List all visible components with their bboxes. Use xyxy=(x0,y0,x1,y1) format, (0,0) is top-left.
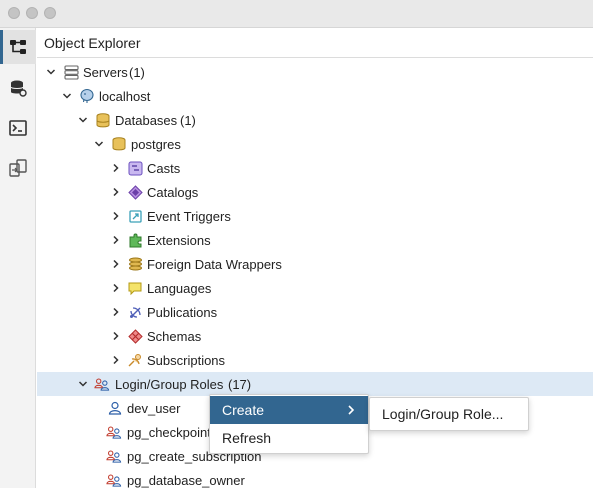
close-window-button[interactable] xyxy=(8,7,20,19)
event-triggers-icon xyxy=(127,208,143,224)
databases-icon xyxy=(95,112,111,128)
tree-node-foreign-data-wrappers[interactable]: Foreign Data Wrappers xyxy=(37,252,593,276)
chevron-down-icon[interactable] xyxy=(77,114,89,126)
subscriptions-icon xyxy=(127,352,143,368)
context-menu: Create Refresh xyxy=(209,394,369,454)
panel-title: Object Explorer xyxy=(44,35,141,51)
tree-node-count: (17) xyxy=(228,376,252,392)
tree-node-label: dev_user xyxy=(127,400,181,416)
tree-node-schemas[interactable]: Schemas xyxy=(37,324,593,348)
chevron-right-icon[interactable] xyxy=(110,162,122,174)
object-explorer-icon xyxy=(10,40,26,54)
query-tool-button[interactable] xyxy=(0,71,36,105)
publications-icon xyxy=(127,304,143,320)
tree-node-catalogs[interactable]: Catalogs xyxy=(37,180,593,204)
menu-item-label: Refresh xyxy=(222,430,272,446)
catalogs-icon xyxy=(127,184,143,200)
psql-tool-icon xyxy=(9,120,27,136)
tree-node-label: pg_checkpoint xyxy=(127,424,211,440)
schema-diff-button[interactable] xyxy=(0,151,36,185)
tree-node-count: (1) xyxy=(180,112,196,128)
group-role-icon xyxy=(106,448,122,464)
chevron-right-icon[interactable] xyxy=(110,258,122,270)
tree-node-languages[interactable]: Languages xyxy=(37,276,593,300)
create-submenu: Login/Group Role... xyxy=(369,397,529,431)
window-titlebar xyxy=(0,0,593,28)
menu-item-refresh[interactable]: Refresh xyxy=(210,424,368,452)
tree-node-label: Foreign Data Wrappers xyxy=(147,256,282,272)
group-role-icon xyxy=(106,424,122,440)
schema-diff-icon xyxy=(9,159,27,177)
chevron-down-icon[interactable] xyxy=(61,90,73,102)
menu-item-login-group-role[interactable]: Login/Group Role... xyxy=(370,400,528,428)
tree-node-localhost[interactable]: localhost xyxy=(37,84,593,108)
maximize-window-button[interactable] xyxy=(44,7,56,19)
tree-node-role[interactable]: pg_database_owner xyxy=(37,468,593,488)
chevron-right-icon[interactable] xyxy=(110,234,122,246)
tree-node-label: Extensions xyxy=(147,232,211,248)
tree-node-databases[interactable]: Databases (1) xyxy=(37,108,593,132)
roles-icon xyxy=(94,376,110,392)
group-role-icon xyxy=(106,472,122,488)
tree-node-count: (1) xyxy=(129,64,145,80)
casts-icon xyxy=(127,160,143,176)
tree-node-label: Catalogs xyxy=(147,184,199,200)
menu-item-label: Create xyxy=(222,402,265,418)
chevron-right-icon xyxy=(346,403,356,419)
schemas-icon xyxy=(127,328,143,344)
languages-icon xyxy=(127,280,143,296)
tree-node-label: localhost xyxy=(99,88,151,104)
chevron-right-icon[interactable] xyxy=(110,306,122,318)
servers-icon xyxy=(63,64,79,80)
chevron-right-icon[interactable] xyxy=(110,330,122,342)
left-toolbar xyxy=(0,28,36,488)
tree-node-publications[interactable]: Publications xyxy=(37,300,593,324)
tree-node-label: Publications xyxy=(147,304,218,320)
tree-node-label: Event Triggers xyxy=(147,208,231,224)
tree-node-label: Languages xyxy=(147,280,212,296)
menu-item-label: Login/Group Role... xyxy=(382,406,504,422)
object-explorer-header: Object Explorer xyxy=(37,28,593,58)
query-tool-icon xyxy=(10,80,27,97)
chevron-right-icon[interactable] xyxy=(110,282,122,294)
object-explorer-button[interactable] xyxy=(0,30,36,64)
foreign-data-wrappers-icon xyxy=(127,256,143,272)
tree-node-login-group-roles[interactable]: Login/Group Roles (17) xyxy=(37,372,593,396)
tree-node-label: Subscriptions xyxy=(147,352,226,368)
tree-node-label: Databases xyxy=(115,112,178,128)
tree-node-label: Login/Group Roles xyxy=(115,376,224,392)
chevron-down-icon[interactable] xyxy=(45,66,57,78)
tree-node-servers[interactable]: Servers (1) xyxy=(37,60,593,84)
tree-node-label: postgres xyxy=(131,136,181,152)
extensions-icon xyxy=(127,232,143,248)
postgres-server-icon xyxy=(79,88,95,104)
tree-node-label: Servers xyxy=(83,64,128,80)
chevron-right-icon[interactable] xyxy=(110,210,122,222)
tree-node-extensions[interactable]: Extensions xyxy=(37,228,593,252)
tree-node-subscriptions[interactable]: Subscriptions xyxy=(37,348,593,372)
tree-node-casts[interactable]: Casts xyxy=(37,156,593,180)
tree-node-label: pg_database_owner xyxy=(127,472,245,488)
user-icon xyxy=(107,400,123,416)
chevron-down-icon[interactable] xyxy=(93,138,105,150)
tree-node-event-triggers[interactable]: Event Triggers xyxy=(37,204,593,228)
tree-node-postgres[interactable]: postgres xyxy=(37,132,593,156)
menu-item-create[interactable]: Create xyxy=(210,396,368,424)
chevron-down-icon[interactable] xyxy=(77,378,89,390)
tree-node-label: Schemas xyxy=(147,328,202,344)
database-icon xyxy=(111,136,127,152)
tree-node-label: Casts xyxy=(147,160,181,176)
psql-tool-button[interactable] xyxy=(0,111,36,145)
chevron-right-icon[interactable] xyxy=(110,354,122,366)
chevron-right-icon[interactable] xyxy=(110,186,122,198)
minimize-window-button[interactable] xyxy=(26,7,38,19)
